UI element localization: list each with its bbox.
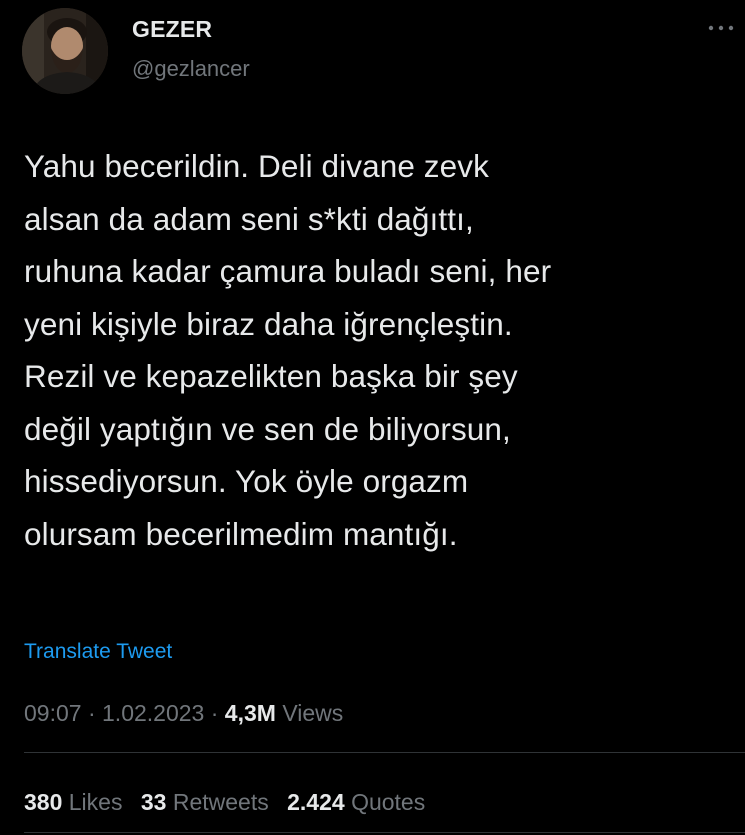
tweet-time[interactable]: 09:07 bbox=[24, 700, 82, 726]
meta-separator: · bbox=[87, 700, 96, 726]
tweet-meta: 09:07 · 1.02.2023 · 4,3M Views bbox=[24, 700, 343, 727]
translate-tweet-link[interactable]: Translate Tweet bbox=[24, 640, 172, 664]
quotes-count: 2.424 bbox=[287, 789, 345, 815]
quotes-stat[interactable]: 2.424 Quotes bbox=[287, 789, 425, 815]
tweet-date[interactable]: 1.02.2023 bbox=[102, 700, 204, 726]
quotes-label: Quotes bbox=[351, 789, 426, 815]
views-label: Views bbox=[282, 700, 344, 726]
more-dots-icon[interactable] bbox=[706, 20, 736, 36]
likes-stat[interactable]: 380 Likes bbox=[24, 789, 129, 815]
tweet-card: GEZER @gezlancer Yahu becerildin. Deli d… bbox=[0, 0, 745, 835]
meta-separator: · bbox=[210, 700, 219, 726]
likes-label: Likes bbox=[68, 789, 123, 815]
retweets-count: 33 bbox=[140, 789, 167, 815]
user-avatar[interactable] bbox=[22, 8, 108, 94]
likes-count: 380 bbox=[24, 789, 63, 815]
author-handle[interactable]: @gezlancer bbox=[132, 56, 250, 82]
author-display-name[interactable]: GEZER bbox=[132, 16, 212, 43]
avatar-photo-icon bbox=[22, 8, 108, 94]
tweet-stats: 380 Likes 33 Retweets 2.424 Quotes bbox=[24, 789, 437, 816]
divider bbox=[24, 832, 745, 833]
views-count: 4,3M bbox=[224, 700, 276, 726]
retweets-label: Retweets bbox=[172, 789, 269, 815]
divider bbox=[24, 752, 745, 753]
retweets-stat[interactable]: 33 Retweets bbox=[141, 789, 275, 815]
tweet-text: Yahu becerildin. Deli divane zevk alsan … bbox=[24, 148, 552, 552]
